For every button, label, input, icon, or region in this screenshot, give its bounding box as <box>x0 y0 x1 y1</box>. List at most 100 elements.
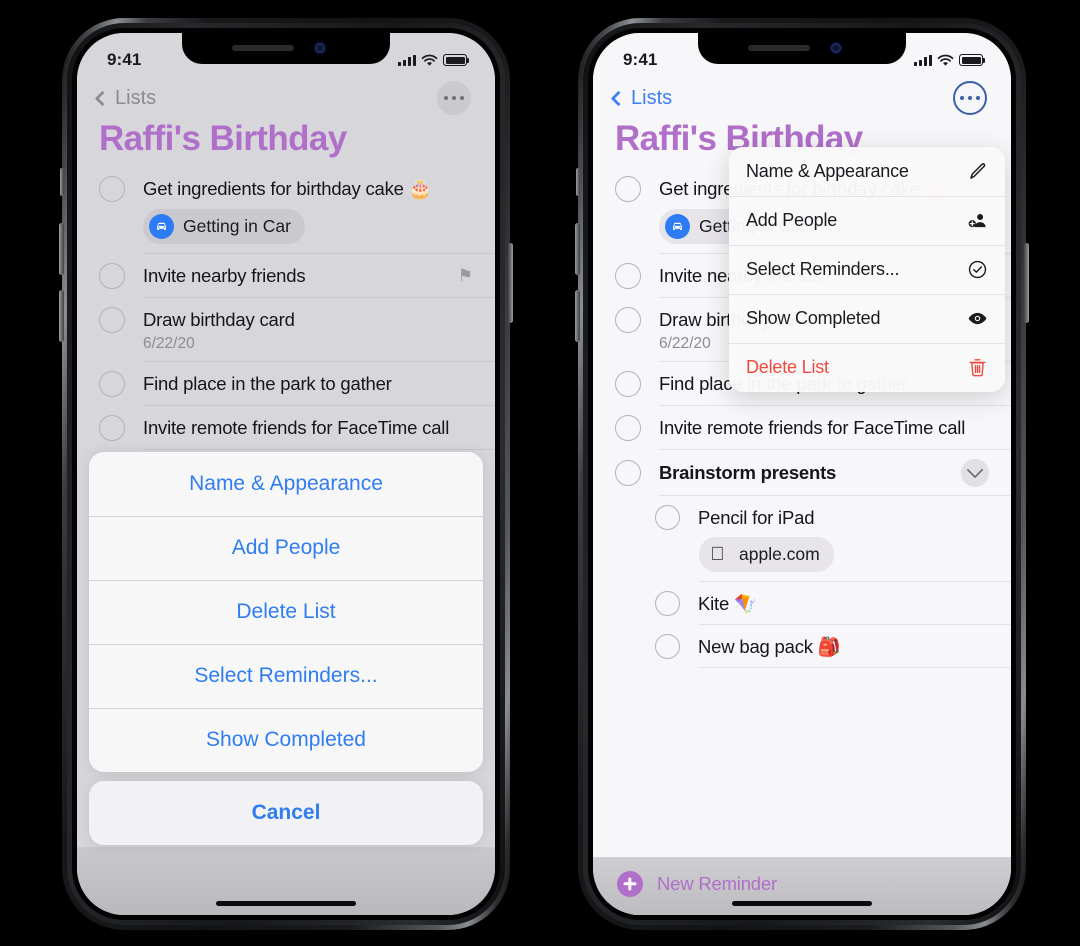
front-camera-icon <box>831 43 841 53</box>
location-chip-label: Getting in Car <box>183 216 291 236</box>
status-time: 9:41 <box>107 50 142 69</box>
complete-toggle-circle[interactable] <box>655 591 680 616</box>
context-menu-label: Add People <box>746 210 838 230</box>
complete-toggle-circle[interactable] <box>615 307 641 333</box>
home-indicator[interactable] <box>216 901 356 906</box>
complete-toggle-circle[interactable] <box>99 371 125 397</box>
complete-toggle-circle[interactable] <box>99 263 125 289</box>
reminder-title: Find place in the park to gather <box>143 373 392 394</box>
list-item[interactable]: Invite nearby friends ⚑ <box>77 254 495 298</box>
phone-left: 9:41 Lists Raffi's Birthday Get ingredie… <box>59 18 513 930</box>
new-reminder-button[interactable]: New Reminder <box>593 857 1011 897</box>
list-item[interactable]: Find place in the park to gather <box>77 362 495 406</box>
list-item[interactable]: Pencil for iPad  apple.com <box>633 496 1011 582</box>
earpiece-speaker-icon <box>232 45 294 51</box>
action-sheet-item-add-people[interactable]: Add People <box>89 516 483 580</box>
reminder-title: Get ingredients for birthday cake 🎂 <box>143 178 432 199</box>
action-sheet-item-name-appearance[interactable]: Name & Appearance <box>89 452 483 516</box>
complete-toggle-circle[interactable] <box>615 371 641 397</box>
context-menu-label: Show Completed <box>746 308 881 328</box>
back-button-lists[interactable]: Lists <box>94 87 156 110</box>
volume-down-button[interactable] <box>575 290 580 342</box>
chevron-left-icon <box>610 90 627 106</box>
complete-toggle-circle[interactable] <box>655 505 680 530</box>
complete-toggle-circle[interactable] <box>615 176 641 202</box>
complete-toggle-circle[interactable] <box>615 263 641 289</box>
list-item-group-header[interactable]: Brainstorm presents <box>593 450 1011 496</box>
phone-screen-left: 9:41 Lists Raffi's Birthday Get ingredie… <box>77 33 495 915</box>
context-menu: Name & Appearance Add People Select Remi… <box>729 147 1005 392</box>
reminder-title: Invite nearby friends <box>143 265 306 286</box>
person-badge-plus-icon <box>965 209 989 233</box>
context-menu-label: Name & Appearance <box>746 161 909 181</box>
checkmark-circle-icon <box>965 258 989 282</box>
phone-screen-right: 9:41 Lists Raffi's Birthday Get Getting … <box>593 33 1011 915</box>
volume-down-button[interactable] <box>59 290 64 342</box>
volume-up-button[interactable] <box>59 223 64 275</box>
cancel-button[interactable]: Cancel <box>89 781 483 845</box>
reminder-due-date: 6/22/20 <box>143 335 195 352</box>
battery-full-icon <box>443 54 470 66</box>
reminder-title: Invite remote friends for FaceTime call <box>143 417 450 438</box>
trash-icon <box>965 356 989 380</box>
car-icon <box>665 214 690 239</box>
list-item[interactable]: Kite 🪁 <box>633 582 1011 625</box>
complete-toggle-circle[interactable] <box>655 634 680 659</box>
mute-switch[interactable] <box>60 168 64 196</box>
notch <box>698 33 906 64</box>
list-item[interactable]: Invite remote friends for FaceTime call <box>77 406 495 450</box>
phone-right: 9:41 Lists Raffi's Birthday Get Getting … <box>575 18 1029 930</box>
list-item[interactable]: Get ingredients for birthday cake 🎂 Gett… <box>77 167 495 254</box>
chevron-left-icon <box>94 90 111 106</box>
complete-toggle-circle[interactable] <box>99 176 125 202</box>
mute-switch[interactable] <box>576 168 580 196</box>
cellular-bars-icon <box>914 54 932 66</box>
location-chip[interactable]: Getting in Car <box>143 209 305 244</box>
home-indicator[interactable] <box>732 901 872 906</box>
url-chip[interactable]:  apple.com <box>699 537 834 572</box>
volume-up-button[interactable] <box>575 223 580 275</box>
list-item[interactable]: Draw birthday card 6/22/20 <box>77 298 495 362</box>
chevron-down-icon[interactable] <box>961 459 989 487</box>
action-sheet-item-show-completed[interactable]: Show Completed <box>89 708 483 772</box>
action-sheet-group: Name & Appearance Add People Delete List… <box>89 452 483 772</box>
flag-icon[interactable]: ⚑ <box>458 266 473 286</box>
car-icon <box>149 214 174 239</box>
action-sheet-item-select-reminders[interactable]: Select Reminders... <box>89 644 483 708</box>
wifi-icon <box>937 54 954 66</box>
context-menu-item-add-people[interactable]: Add People <box>729 196 1005 245</box>
row-separator <box>699 667 1011 668</box>
status-time: 9:41 <box>623 50 658 69</box>
complete-toggle-circle[interactable] <box>615 460 641 486</box>
earpiece-speaker-icon <box>748 45 810 51</box>
back-button-label: Lists <box>631 86 673 109</box>
context-menu-item-show-completed[interactable]: Show Completed <box>729 294 1005 343</box>
reminder-title: Draw birthday card <box>143 309 295 330</box>
list-item[interactable]: Invite remote friends for FaceTime call <box>593 406 1011 450</box>
status-indicators <box>914 54 986 67</box>
reminder-title: Brainstorm presents <box>659 462 837 483</box>
power-button[interactable] <box>1024 243 1029 323</box>
url-chip-label: apple.com <box>739 544 820 564</box>
context-menu-item-delete-list[interactable]: Delete List <box>729 343 1005 392</box>
context-menu-label: Delete List <box>746 357 829 377</box>
row-separator <box>143 449 495 450</box>
ellipsis-icon[interactable] <box>953 81 987 115</box>
ellipsis-icon[interactable] <box>437 81 471 115</box>
context-menu-item-select-reminders[interactable]: Select Reminders... <box>729 245 1005 294</box>
complete-toggle-circle[interactable] <box>615 415 641 441</box>
back-button-lists[interactable]: Lists <box>610 86 673 110</box>
context-menu-item-name-appearance[interactable]: Name & Appearance <box>729 147 1005 196</box>
list-item[interactable]: New bag pack 🎒 <box>633 625 1011 668</box>
cellular-bars-icon <box>398 54 416 66</box>
new-reminder-label: New Reminder <box>657 873 777 894</box>
reminder-title: Pencil for iPad <box>698 506 815 528</box>
complete-toggle-circle[interactable] <box>99 415 125 441</box>
action-sheet-item-delete-list[interactable]: Delete List <box>89 580 483 644</box>
eye-icon <box>965 307 989 331</box>
reminder-title: New bag pack 🎒 <box>698 635 841 657</box>
complete-toggle-circle[interactable] <box>99 307 125 333</box>
page-title: Raffi's Birthday <box>99 119 347 158</box>
toolbar: New Reminder <box>593 857 1011 915</box>
power-button[interactable] <box>508 243 513 323</box>
